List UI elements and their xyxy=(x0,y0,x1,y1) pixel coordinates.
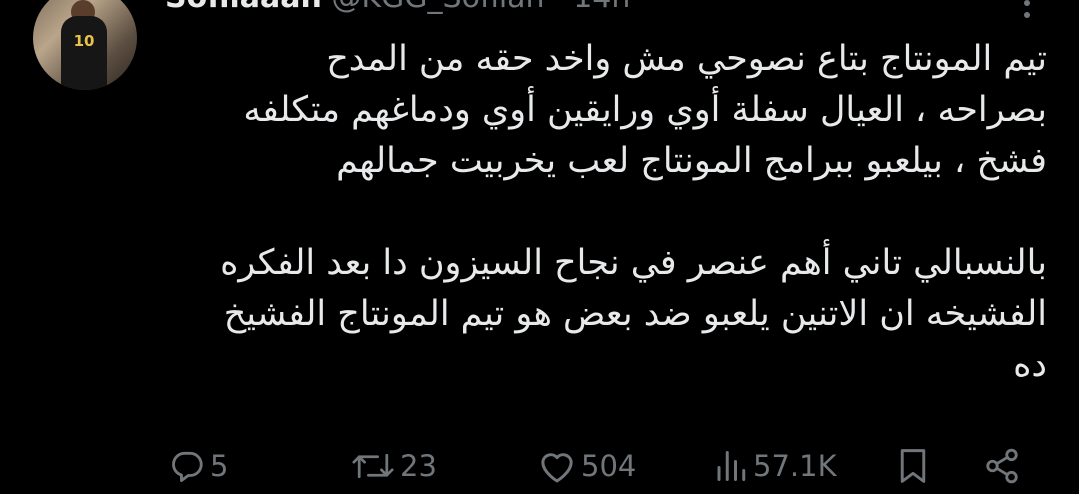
bookmark-button[interactable] xyxy=(894,442,932,490)
retweet-button[interactable]: 23 xyxy=(350,442,437,490)
more-icon[interactable] xyxy=(1012,0,1042,34)
tweet-line: بصراحه ، العيال سفلة أوي ورايقين أوي ودم… xyxy=(243,90,1047,130)
author-handle[interactable]: @KGG_Sofiian xyxy=(331,0,544,15)
author-name[interactable]: Sofiiaaan xyxy=(165,0,322,15)
avatar[interactable]: 10 xyxy=(33,0,137,90)
share-icon xyxy=(986,448,1018,484)
paragraph-break xyxy=(187,187,1047,238)
reply-count: 5 xyxy=(210,449,229,483)
avatar-jersey: 10 xyxy=(61,16,107,90)
retweet-count: 23 xyxy=(400,449,437,483)
tweet-header: Sofiiaaan @KGG_Sofiian · 14h xyxy=(165,0,630,18)
tweet-line: تيم المونتاج بتاع نصوحي مش واخد حقه من ا… xyxy=(326,39,1047,79)
avatar-jersey-number: 10 xyxy=(73,32,95,50)
tweet-line: ده xyxy=(1013,345,1047,385)
tweet-line: الفشيخه ان الاتنين يلعبو ضد بعض هو تيم ا… xyxy=(223,294,1047,334)
heart-icon xyxy=(541,453,573,483)
views-button[interactable]: 57.1K xyxy=(713,442,837,490)
tweet-line: فشخ ، بيلعبو ببرامج المونتاج لعب يخربيت … xyxy=(336,141,1047,181)
like-button[interactable]: 504 xyxy=(537,442,636,490)
share-button[interactable] xyxy=(983,442,1021,490)
bookmark-icon xyxy=(900,449,926,483)
view-count: 57.1K xyxy=(753,449,837,483)
reply-icon xyxy=(172,451,203,482)
tweet-text: تيم المونتاج بتاع نصوحي مش واخد حقه من ا… xyxy=(187,34,1047,391)
retweet-icon xyxy=(352,453,394,479)
tweet-actions: 5 23 504 57.1K xyxy=(0,442,1079,490)
reply-button[interactable]: 5 xyxy=(168,442,228,490)
views-icon xyxy=(717,451,746,481)
tweet-timestamp[interactable]: 14h xyxy=(573,0,630,15)
header-separator: · xyxy=(554,0,564,15)
like-count: 504 xyxy=(581,449,637,483)
tweet-line: بالنسبالي تاني أهم عنصر في نجاح السيزون … xyxy=(220,243,1047,283)
